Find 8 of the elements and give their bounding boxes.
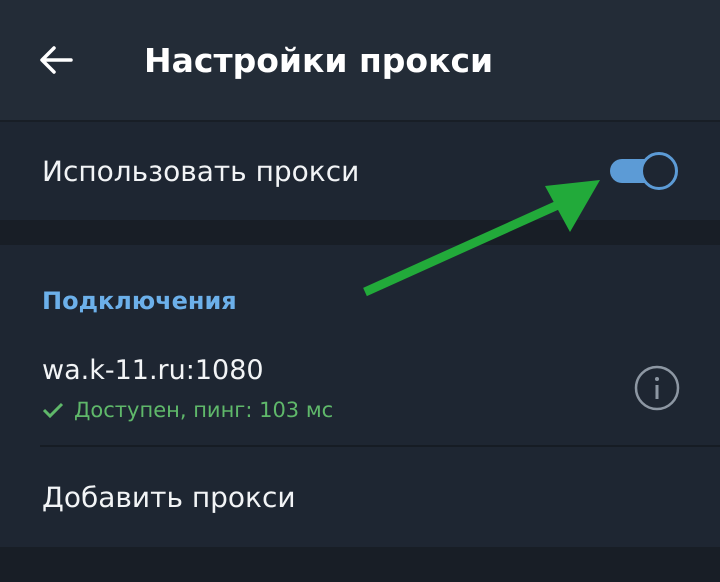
- info-icon[interactable]: [634, 365, 680, 411]
- add-proxy-button[interactable]: Добавить прокси: [0, 447, 720, 547]
- proxy-address[interactable]: wa.k-11.ru:1080: [42, 354, 334, 386]
- use-proxy-label: Использовать прокси: [42, 154, 360, 188]
- section-heading: Подключения: [41, 286, 238, 317]
- proxy-status: Доступен, пинг: 103 мс: [42, 398, 334, 422]
- screen-title: Настройки прокси: [144, 40, 494, 80]
- check-icon: [42, 400, 64, 418]
